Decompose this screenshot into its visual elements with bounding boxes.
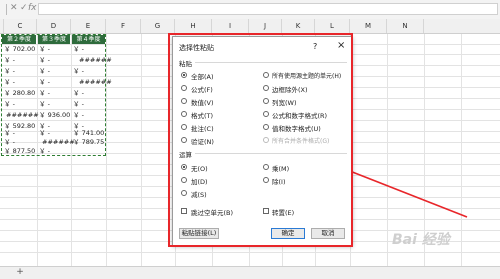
option-operation-divide[interactable]: 除(I)	[272, 176, 286, 186]
paste-link-button[interactable]: 粘贴链接(L)	[179, 228, 219, 239]
column-header-rest	[424, 19, 500, 33]
column-header-c[interactable]: C	[4, 19, 37, 33]
label-skip-blanks[interactable]: 跳过空单元(B)	[191, 207, 233, 217]
column-header-j[interactable]: J	[249, 19, 282, 33]
column-header-l[interactable]: L	[315, 19, 350, 33]
section-divider	[195, 153, 347, 154]
option-paste-validation[interactable]: 验证(N)	[191, 136, 214, 146]
option-paste-formulas[interactable]: 公式(F)	[191, 84, 213, 94]
close-icon[interactable]: ✕	[10, 3, 18, 13]
radio-operation-subtract[interactable]	[181, 190, 187, 196]
radio-paste-formats[interactable]	[181, 111, 187, 117]
watermark: Bai 经验	[392, 232, 450, 248]
paste-section-label: 粘贴	[179, 60, 192, 68]
option-operation-none[interactable]: 无(O)	[191, 163, 208, 173]
grid-line	[141, 34, 142, 266]
column-header-k[interactable]: K	[282, 19, 315, 33]
radio-paste-all[interactable]	[181, 72, 187, 78]
formula-bar: ✕ ✓ fx	[0, 0, 500, 20]
column-header-h[interactable]: H	[175, 19, 212, 33]
grid-line	[0, 252, 500, 253]
operation-section-label: 运算	[179, 151, 192, 159]
column-header-g[interactable]: G	[141, 19, 175, 33]
radio-paste-source-theme[interactable]	[263, 72, 269, 78]
radio-paste-values[interactable]	[181, 98, 187, 104]
column-header-d[interactable]: D	[37, 19, 71, 33]
label-transpose[interactable]: 转置(E)	[272, 207, 294, 217]
fx-label[interactable]: fx	[28, 3, 37, 13]
radio-paste-values-number-formats[interactable]	[263, 124, 269, 130]
grid-line	[461, 34, 462, 266]
dialog-title: 选择性粘贴	[179, 44, 214, 52]
option-paste-except-borders[interactable]: 边框除外(X)	[272, 84, 308, 94]
option-paste-all[interactable]: 全部(A)	[191, 71, 214, 81]
radio-paste-column-widths[interactable]	[263, 98, 269, 104]
option-operation-multiply[interactable]: 乘(M)	[272, 163, 289, 173]
option-operation-add[interactable]: 加(D)	[191, 176, 208, 186]
column-header-i[interactable]: I	[212, 19, 249, 33]
option-paste-values[interactable]: 数值(V)	[191, 97, 214, 107]
ok-button[interactable]: 确定	[271, 228, 305, 239]
grid-line	[387, 34, 388, 266]
radio-paste-merge-conditional	[263, 137, 269, 143]
column-header-e[interactable]: E	[71, 19, 106, 33]
radio-paste-validation[interactable]	[181, 137, 187, 143]
option-paste-column-widths[interactable]: 列宽(W)	[272, 97, 297, 107]
copy-marquee	[1, 34, 106, 156]
help-icon[interactable]: ?	[313, 42, 317, 51]
option-paste-source-theme[interactable]: 所有使用源主题的单元(H)	[272, 71, 341, 80]
radio-paste-formulas[interactable]	[181, 85, 187, 91]
formula-input[interactable]	[38, 3, 498, 15]
option-paste-merge-conditional: 所有合并条件格式(G)	[272, 138, 330, 145]
column-header-m[interactable]: M	[350, 19, 387, 33]
grid-line	[106, 34, 107, 266]
plus-icon[interactable]: +	[15, 267, 25, 278]
radio-paste-except-borders[interactable]	[263, 85, 269, 91]
checkbox-skip-blanks[interactable]	[181, 208, 187, 214]
cancel-button[interactable]: 取消	[311, 228, 345, 239]
radio-operation-divide[interactable]	[263, 177, 269, 183]
option-paste-formats[interactable]: 格式(T)	[191, 110, 213, 120]
checkbox-transpose[interactable]	[263, 208, 269, 214]
sheet-tab-bar: +	[0, 266, 500, 279]
radio-paste-comments[interactable]	[181, 124, 187, 130]
column-header-f[interactable]: F	[106, 19, 141, 33]
column-header-row: C D E F G H I J K L M N	[0, 19, 500, 34]
radio-operation-multiply[interactable]	[263, 164, 269, 170]
formula-bar-separator	[6, 4, 7, 15]
option-paste-comments[interactable]: 批注(C)	[191, 123, 214, 133]
close-icon[interactable]: ×	[337, 40, 345, 51]
radio-paste-formulas-number-formats[interactable]	[263, 111, 269, 117]
option-paste-formulas-number-formats[interactable]: 公式和数字格式(R)	[272, 110, 327, 120]
radio-operation-add[interactable]	[181, 177, 187, 183]
option-paste-values-number-formats[interactable]: 值和数字格式(U)	[272, 123, 321, 133]
radio-operation-none[interactable]	[181, 164, 187, 170]
option-operation-subtract[interactable]: 减(S)	[191, 189, 207, 199]
check-icon[interactable]: ✓	[20, 3, 28, 13]
section-divider	[195, 62, 347, 63]
column-header-n[interactable]: N	[387, 19, 424, 33]
paste-special-dialog: 选择性粘贴 ? × 粘贴 全部(A) 公式(F) 数值(V) 格式(T) 批注(…	[172, 36, 353, 246]
